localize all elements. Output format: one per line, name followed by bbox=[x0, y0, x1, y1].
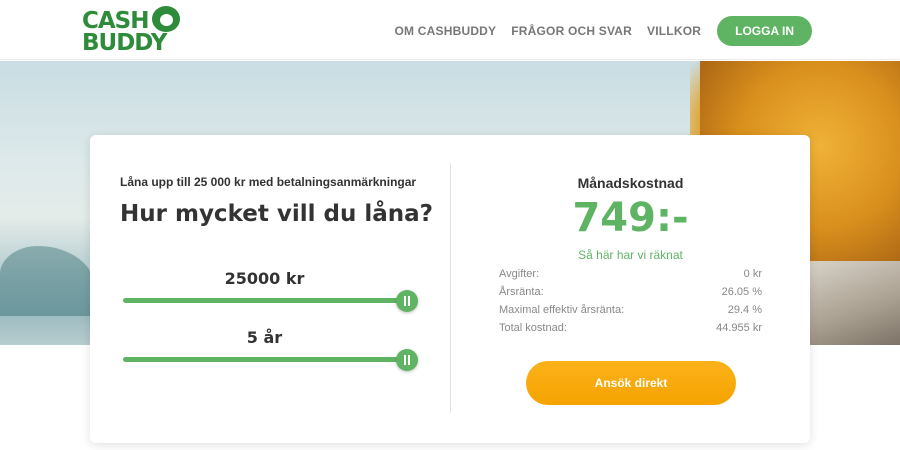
nav-om-cashbuddy[interactable]: OM CASHBUDDY bbox=[395, 24, 497, 38]
calculator-question: Hur mycket vill du låna? bbox=[120, 201, 433, 227]
loan-calculator-card: Låna upp till 25 000 kr med betalningsan… bbox=[90, 135, 810, 443]
amount-slider-handle[interactable] bbox=[396, 290, 418, 312]
calculation-info-link[interactable]: Så här har vi räknat bbox=[451, 248, 810, 262]
mascot-icon bbox=[152, 6, 180, 32]
amount-value: 25000 kr bbox=[224, 269, 305, 288]
term-slider-track[interactable] bbox=[123, 357, 406, 362]
detail-value: 26.05 % bbox=[721, 286, 762, 298]
hero-forest bbox=[0, 246, 95, 316]
detail-row-fees: Avgifter: 0 kr bbox=[499, 265, 762, 283]
hero-boardwalk bbox=[805, 261, 900, 345]
detail-label: Årsränta: bbox=[499, 286, 544, 298]
detail-label: Total kostnad: bbox=[499, 322, 567, 334]
detail-value: 29.4 % bbox=[727, 304, 762, 316]
detail-value: 0 kr bbox=[743, 268, 762, 280]
term-slider-handle[interactable] bbox=[396, 349, 418, 371]
amount-slider-track[interactable] bbox=[123, 298, 406, 303]
detail-row-effective-rate: Maximal effektiv årsränta: 29.4 % bbox=[499, 301, 762, 319]
main-nav: OM CASHBUDDY FRÅGOR OCH SVAR VILLKOR LOG… bbox=[380, 16, 812, 46]
detail-label: Maximal effektiv årsränta: bbox=[499, 304, 625, 316]
monthly-cost-title: Månadskostnad bbox=[577, 175, 684, 191]
detail-value: 44.955 kr bbox=[716, 322, 762, 334]
monthly-cost-value: 749:- bbox=[572, 195, 689, 241]
detail-label: Avgifter: bbox=[499, 268, 540, 280]
site-header: CASH BUDDY OM CASHBUDDY FRÅGOR OCH SVAR … bbox=[0, 0, 900, 60]
detail-row-interest: Årsränta: 26.05 % bbox=[499, 283, 762, 301]
cashbuddy-logo[interactable]: CASH BUDDY bbox=[82, 6, 192, 56]
detail-row-total-cost: Total kostnad: 44.955 kr bbox=[499, 319, 762, 337]
nav-villkor[interactable]: VILLKOR bbox=[647, 24, 701, 38]
nav-fragor-och-svar[interactable]: FRÅGOR OCH SVAR bbox=[511, 24, 632, 38]
calculator-subtitle: Låna upp till 25 000 kr med betalningsan… bbox=[120, 175, 417, 189]
login-button[interactable]: LOGGA IN bbox=[717, 16, 812, 46]
cost-details: Avgifter: 0 kr Årsränta: 26.05 % Maximal… bbox=[499, 265, 762, 337]
logo-line-2: BUDDY bbox=[82, 30, 167, 56]
term-value: 5 år bbox=[246, 328, 283, 347]
apply-button[interactable]: Ansök direkt bbox=[526, 361, 736, 405]
